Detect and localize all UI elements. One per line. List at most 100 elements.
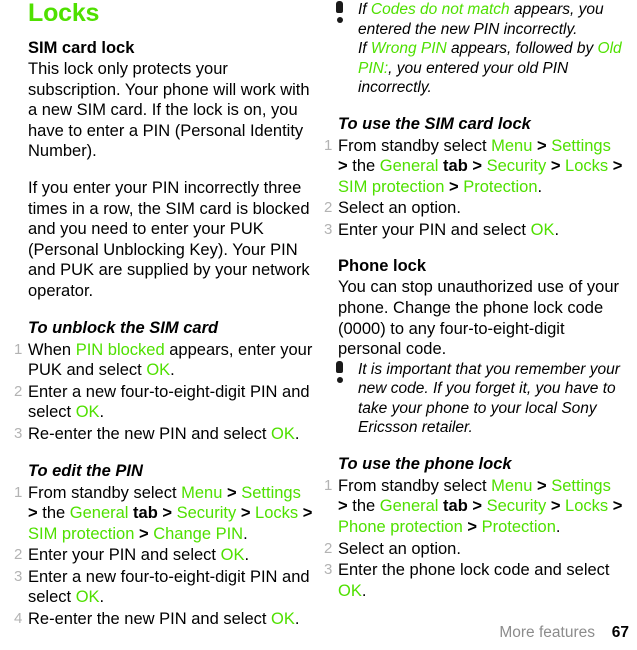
note-text: If Codes do not match appears, you enter… xyxy=(358,1,622,96)
text-run: Select an option. xyxy=(338,539,461,558)
text-run: Enter your PIN and select xyxy=(28,546,221,565)
path-separator: > xyxy=(338,497,353,516)
procedure-heading-use-phone-lock: To use the phone lock xyxy=(338,454,512,473)
path-separator: > xyxy=(546,157,566,176)
text-run: Re-enter the new PIN and select xyxy=(28,424,272,443)
paragraph-phone-lock: You can stop unauthorized use of your ph… xyxy=(338,278,620,359)
path-separator: > xyxy=(467,497,487,516)
procedure-step: 1 From standby select Menu > Settings > t… xyxy=(324,136,624,198)
step-text: Select an option. xyxy=(338,540,461,558)
text-run: When xyxy=(28,340,76,359)
menu-term: OK xyxy=(530,220,555,239)
text-run: . xyxy=(244,546,250,565)
step-number: 1 xyxy=(14,340,23,358)
step-text: Select an option. xyxy=(338,199,461,217)
text-run: , you entered your old PIN incorrectly. xyxy=(358,59,569,97)
path-separator: > xyxy=(444,177,464,196)
step-text: From standby select Menu > Settings > th… xyxy=(28,484,312,543)
text-run: If xyxy=(358,40,371,57)
paragraph-sim-lock-puk: If you enter your PIN incorrectly three … xyxy=(28,178,310,300)
text-run: Enter a new four-to-eight-digit PIN and … xyxy=(28,567,310,607)
path-separator: > xyxy=(608,497,623,516)
path-separator: > xyxy=(532,136,552,155)
menu-term: General xyxy=(69,504,129,523)
step-number: 2 xyxy=(14,382,23,400)
path-separator: > xyxy=(157,504,177,523)
step-number: 3 xyxy=(324,561,333,579)
menu-term: Settings xyxy=(551,476,611,495)
procedure-step: 2 Enter a new four-to-eight-digit PIN and… xyxy=(14,382,314,423)
menu-term: Security xyxy=(176,504,237,523)
procedure-step: 1 From standby select Menu > Settings > t… xyxy=(14,483,314,545)
menu-term: OK xyxy=(146,361,171,380)
step-text: Enter your PIN and select OK. xyxy=(28,546,249,564)
text-run: . xyxy=(294,424,300,443)
procedure-step: 3 Re-enter the new PIN and select OK. xyxy=(14,424,314,445)
procedure-heading-use-sim-card-lock: To use the SIM card lock xyxy=(338,114,531,133)
note-text: It is important that you remember your n… xyxy=(358,360,620,437)
text-run: . xyxy=(170,361,175,380)
menu-term: Security xyxy=(486,157,547,176)
procedure-step: 1 From standby select Menu > Settings > t… xyxy=(324,476,624,538)
step-text: Enter a new four-to-eight-digit PIN and … xyxy=(28,383,310,422)
menu-term: General xyxy=(379,497,439,516)
path-separator: > xyxy=(467,157,487,176)
note-remember-code: It is important that you remember your n… xyxy=(334,360,624,438)
path-separator: > xyxy=(338,157,353,176)
text-run: . xyxy=(554,220,560,239)
procedure-steps-use-sim-card-lock: 1 From standby select Menu > Settings > t… xyxy=(324,136,624,241)
page-footer: More features 67 xyxy=(0,622,637,642)
step-text: Enter the phone lock code and select OK. xyxy=(338,561,610,600)
procedure-step: 3 Enter a new four-to-eight-digit PIN and… xyxy=(14,567,314,608)
step-number: 3 xyxy=(14,424,23,442)
path-separator: > xyxy=(28,504,43,523)
path-separator: > xyxy=(134,524,154,543)
paragraph-sim-lock-intro: This lock only protects your subscriptio… xyxy=(28,60,310,161)
menu-term: Settings xyxy=(551,136,611,155)
menu-term: Locks xyxy=(255,504,299,523)
path-separator: > xyxy=(222,483,242,502)
menu-term: Codes do not match xyxy=(370,1,510,18)
menu-term: Protection xyxy=(481,518,556,537)
emphasis-text: tab xyxy=(128,504,158,523)
procedure-steps-use-phone-lock: 1 From standby select Menu > Settings > t… xyxy=(324,476,624,602)
procedure-heading-edit-pin: To edit the PIN xyxy=(28,461,143,480)
menu-term: OK xyxy=(220,546,245,565)
procedure-step: 3 Enter your PIN and select OK. xyxy=(324,220,624,241)
step-text: Re-enter the new PIN and select OK. xyxy=(28,425,299,443)
step-text: From standby select Menu > Settings > th… xyxy=(338,137,622,196)
exclamation-icon xyxy=(334,1,345,23)
menu-term: Locks xyxy=(565,497,609,516)
text-run: the xyxy=(42,504,70,523)
text-run: . xyxy=(537,177,543,196)
text-run: Enter a new four-to-eight-digit PIN and … xyxy=(28,382,310,422)
menu-term: OK xyxy=(75,403,100,422)
path-separator: > xyxy=(608,157,623,176)
page-number: 67 xyxy=(611,624,629,641)
text-run: appears, followed by xyxy=(446,40,598,57)
text-run: From standby select xyxy=(338,136,492,155)
left-column: Locks SIM card lock This lock only prote… xyxy=(14,0,314,631)
menu-term: OK xyxy=(338,581,362,600)
text-run: . xyxy=(243,524,248,543)
procedure-step: 3 Enter the phone lock code and select OK… xyxy=(324,560,624,601)
step-text: Enter your PIN and select OK. xyxy=(338,221,559,239)
note-codes-do-not-match: If Codes do not match appears, you enter… xyxy=(334,0,624,98)
manual-page: Locks SIM card lock This lock only prote… xyxy=(0,0,637,650)
menu-term: OK xyxy=(271,424,295,443)
step-text: When PIN blocked appears, enter your PUK… xyxy=(28,341,312,380)
text-run: . xyxy=(99,588,105,607)
procedure-step: 2 Enter your PIN and select OK. xyxy=(14,545,314,566)
step-number: 2 xyxy=(324,199,333,217)
menu-term: Protection xyxy=(463,177,538,196)
procedure-step: 1 When PIN blocked appears, enter your PU… xyxy=(14,340,314,381)
path-separator: > xyxy=(462,518,482,537)
menu-term: OK xyxy=(75,588,100,607)
procedure-step: 2 Select an option. xyxy=(324,539,624,560)
text-run: If xyxy=(358,1,371,18)
path-separator: > xyxy=(546,497,566,516)
text-run: . xyxy=(99,403,105,422)
emphasis-text: tab xyxy=(438,497,468,516)
step-number: 1 xyxy=(14,483,23,501)
menu-term: Security xyxy=(486,497,547,516)
